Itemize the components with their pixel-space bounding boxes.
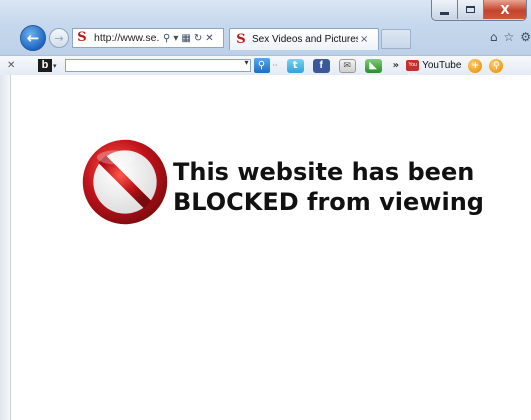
search-icon: ⚲	[257, 60, 266, 71]
maximize-icon	[466, 6, 475, 13]
toolbar-search-button[interactable]: ⚲	[253, 58, 270, 73]
page-content: This website has been BLOCKED from viewi…	[11, 75, 531, 420]
refresh-icon[interactable]: ↻	[194, 33, 202, 44]
left-scroll-edge	[0, 75, 11, 420]
address-url[interactable]: http://www.se...	[94, 32, 160, 44]
close-window-button[interactable]: X	[484, 0, 526, 19]
share-icon[interactable]: ◣	[364, 58, 382, 73]
tab-title: Sex Videos and Pictures | Se...	[252, 34, 358, 45]
blocked-message-line2: BLOCKED from viewing	[173, 188, 484, 216]
toolbar-separator-dots: ··	[272, 61, 278, 70]
facebook-icon[interactable]: f	[312, 58, 330, 73]
dropdown-arrow-icon[interactable]: ▾	[173, 33, 178, 44]
mail-icon[interactable]: ✉	[338, 58, 356, 73]
blocked-sign-icon	[82, 139, 168, 225]
home-icon[interactable]: ⌂	[490, 30, 498, 44]
toolbar-more-chevron[interactable]: »	[393, 60, 399, 71]
browser-chrome: X ← → S http://www.se... ⚲ ▾ ▦ ↻ ✕ S Sex…	[0, 0, 531, 55]
forward-arrow-icon: →	[54, 31, 64, 45]
youtube-icon[interactable]: You Tube	[406, 60, 420, 79]
new-tab-button[interactable]	[381, 29, 411, 49]
toolbar-logo[interactable]: b	[38, 59, 52, 72]
orange-search-icon[interactable]: ⚲	[489, 58, 504, 73]
toolbar: ✕ b ▾ ⚲ ·· t f ✉ ◣ » You Tube YouTube + …	[0, 55, 531, 79]
toolbar-close-icon[interactable]: ✕	[7, 60, 19, 71]
blocked-message: This website has been BLOCKED from viewi…	[173, 157, 493, 217]
back-arrow-icon: ←	[26, 29, 40, 47]
tab-close-icon[interactable]: ×	[360, 34, 368, 45]
minimize-button[interactable]	[432, 0, 458, 19]
youtube-link[interactable]: YouTube	[422, 60, 461, 71]
back-button[interactable]: ←	[20, 25, 46, 51]
search-icon[interactable]: ⚲	[163, 33, 170, 44]
gear-icon[interactable]: ⚙	[520, 30, 531, 44]
navigation-row: ← → S http://www.se... ⚲ ▾ ▦ ↻ ✕ S Sex V…	[0, 22, 531, 52]
browser-window: X ← → S http://www.se... ⚲ ▾ ▦ ↻ ✕ S Sex…	[0, 0, 531, 420]
browser-right-icons: ⌂ ☆ ⚙	[490, 30, 531, 44]
chevron-down-icon[interactable]: ▾	[53, 62, 57, 70]
favorites-star-icon[interactable]: ☆	[503, 30, 514, 44]
window-controls: X	[431, 0, 527, 21]
minimize-icon	[440, 11, 449, 15]
tab-active[interactable]: S Sex Videos and Pictures | Se... ×	[229, 28, 379, 50]
toolbar-search-input[interactable]	[64, 58, 251, 72]
stop-icon[interactable]: ✕	[205, 33, 213, 44]
forward-button[interactable]: →	[49, 28, 69, 48]
address-bar[interactable]: S http://www.se... ⚲ ▾ ▦ ↻ ✕	[72, 28, 224, 48]
twitter-bird-icon[interactable]: t	[286, 58, 304, 73]
add-icon[interactable]: +	[468, 58, 483, 73]
tab-favicon: S	[236, 31, 246, 47]
maximize-button[interactable]	[458, 0, 484, 19]
address-bar-icons: ⚲ ▾ ▦ ↻ ✕	[163, 33, 214, 44]
blocked-message-line1: This website has been	[173, 158, 475, 186]
site-favicon: S	[77, 30, 87, 45]
compat-view-icon[interactable]: ▦	[181, 33, 190, 44]
